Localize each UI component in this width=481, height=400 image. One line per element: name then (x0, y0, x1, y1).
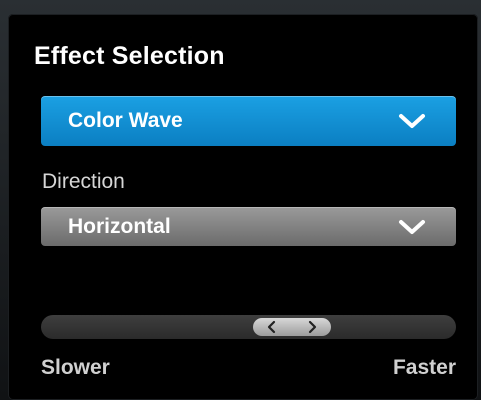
speed-slider-thumb[interactable] (253, 318, 332, 336)
chevron-right-icon (309, 320, 317, 334)
speed-slider[interactable] (41, 315, 456, 339)
direction-label: Direction (42, 170, 125, 193)
chevron-down-icon (399, 219, 425, 234)
chevron-left-icon (268, 320, 276, 334)
effect-dropdown[interactable]: Color Wave (41, 96, 456, 146)
direction-dropdown[interactable]: Horizontal (41, 207, 456, 246)
panel-title: Effect Selection (34, 42, 225, 70)
direction-dropdown-value: Horizontal (68, 214, 171, 238)
effect-dropdown-value: Color Wave (68, 109, 183, 132)
chevron-down-icon (399, 114, 425, 128)
slider-max-label: Faster (392, 356, 456, 379)
slider-min-label: Slower (41, 356, 110, 379)
